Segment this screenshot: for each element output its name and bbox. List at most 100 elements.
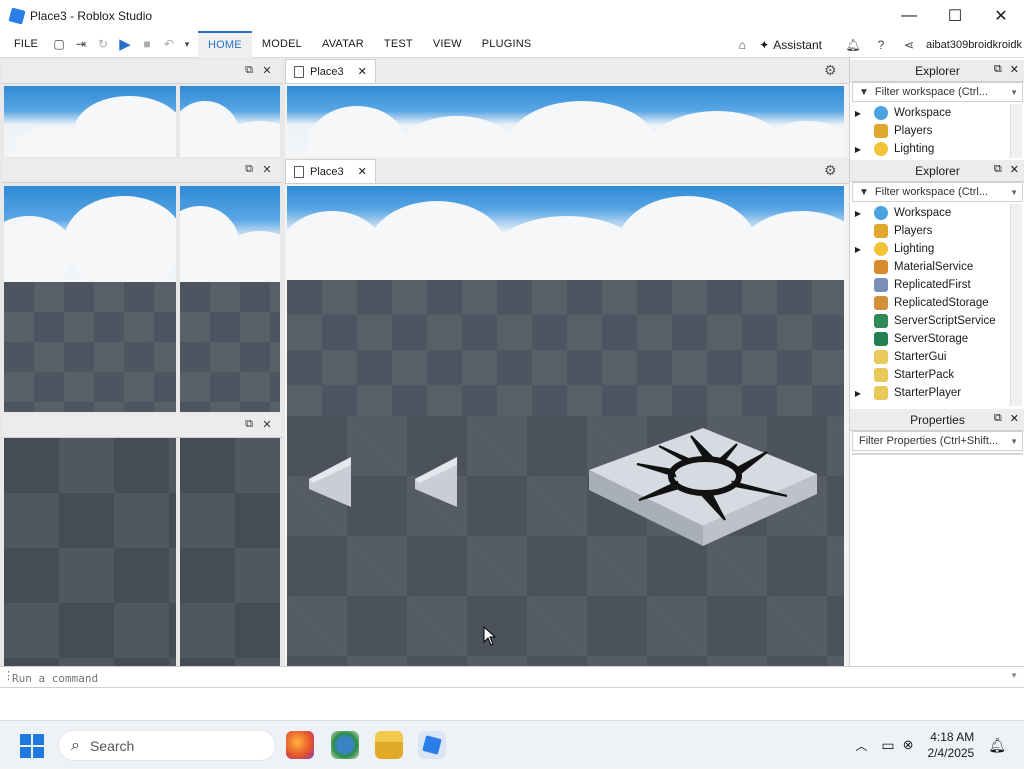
- notification-bell-icon[interactable]: 🔔︎: [988, 737, 1006, 754]
- viewport-top-left-a[interactable]: [4, 86, 176, 157]
- chevron-up-icon[interactable]: ︿: [855, 737, 867, 754]
- expand-arrow-icon[interactable]: ▶: [852, 109, 864, 118]
- new-file-icon[interactable]: ▢: [48, 31, 70, 58]
- tab-view[interactable]: VIEW: [423, 31, 472, 58]
- browser-icon[interactable]: [331, 731, 359, 759]
- tab-avatar[interactable]: AVATAR: [312, 31, 374, 58]
- expand-arrow-icon[interactable]: ▶: [852, 145, 864, 154]
- close-icon[interactable]: ✕: [1010, 163, 1019, 176]
- gear-icon[interactable]: ⚙: [824, 62, 837, 79]
- doc-tabstrip-2: Place3 ✕ ⚙: [285, 158, 849, 184]
- decal-part[interactable]: [587, 424, 819, 548]
- gear-icon[interactable]: ⚙: [824, 162, 837, 179]
- viewport-middle-left-a[interactable]: [4, 186, 176, 412]
- undock-icon[interactable]: ⧉: [994, 63, 1002, 76]
- help-icon[interactable]: ?: [870, 31, 892, 58]
- undo-icon[interactable]: ↶: [158, 31, 180, 58]
- tree-item-label: StarterPack: [894, 369, 955, 381]
- file-explorer-icon[interactable]: [375, 731, 403, 759]
- tree-item-lighting[interactable]: ▶ Lighting: [852, 240, 934, 258]
- maximize-button[interactable]: ☐: [932, 0, 978, 31]
- firefox-icon[interactable]: [286, 731, 314, 759]
- tree-item-replicatedfirst[interactable]: ReplicatedFirst: [852, 276, 971, 294]
- viewport-bottom-left-a[interactable]: [4, 438, 176, 666]
- command-input[interactable]: [12, 669, 1002, 687]
- tab-home[interactable]: HOME: [198, 30, 252, 58]
- windows-start-icon[interactable]: [20, 734, 44, 758]
- explorer-1-scrollbar[interactable]: [1010, 104, 1022, 158]
- tree-item-materialservice[interactable]: MaterialService: [852, 258, 973, 276]
- explorer-2-title: Explorer: [915, 163, 960, 178]
- doc-tab-place3[interactable]: Place3 ✕: [285, 59, 376, 83]
- close-tab-icon[interactable]: ✕: [358, 65, 367, 78]
- undock-icon[interactable]: ⧉: [242, 418, 256, 431]
- minimize-button[interactable]: —: [886, 0, 932, 31]
- viewport-middle-left-b[interactable]: [180, 186, 280, 412]
- replicated-storage-icon: [874, 296, 888, 310]
- explorer-2-scrollbar[interactable]: [1010, 204, 1022, 406]
- close-tab-icon[interactable]: ✕: [358, 165, 367, 178]
- undock-icon[interactable]: ⧉: [994, 163, 1002, 176]
- main-3d-viewport[interactable]: [287, 186, 844, 666]
- undock-icon[interactable]: ⧉: [994, 412, 1002, 425]
- explorer-1-filter[interactable]: ▼ Filter workspace (Ctrl... ▼: [852, 82, 1023, 102]
- collapse-ribbon-icon[interactable]: ⌂: [731, 31, 753, 58]
- tree-item-players[interactable]: Players: [852, 122, 932, 140]
- tree-item-lighting[interactable]: ▶ Lighting: [852, 140, 934, 158]
- close-icon[interactable]: ✕: [1010, 63, 1019, 76]
- notifications-icon[interactable]: 🔔︎: [842, 31, 864, 58]
- undock-icon[interactable]: ⧉: [242, 64, 256, 77]
- share-icon[interactable]: ⋖: [898, 31, 920, 58]
- doc-tab-place3[interactable]: Place3 ✕: [285, 159, 376, 183]
- expand-arrow-icon[interactable]: ▶: [852, 209, 864, 218]
- tree-item-serverstorage[interactable]: ServerStorage: [852, 330, 968, 348]
- tree-item-starterplayer[interactable]: ▶ StarterPlayer: [852, 384, 961, 402]
- close-icon[interactable]: ✕: [260, 163, 274, 176]
- assistant-button[interactable]: ✦ Assistant: [759, 38, 836, 52]
- taskbar-search[interactable]: ⌕ Search: [58, 730, 276, 761]
- viewport-top-main[interactable]: [287, 86, 844, 157]
- file-menu[interactable]: FILE: [4, 31, 48, 58]
- clock[interactable]: 4:18 AM 2/4/2025: [928, 729, 975, 761]
- publish-icon[interactable]: ⇥: [70, 31, 92, 58]
- chevron-down-icon: ▼: [1010, 436, 1018, 446]
- volume-muted-icon[interactable]: ⊗: [903, 737, 914, 753]
- viewport-top-left-b[interactable]: [180, 86, 280, 157]
- viewport-bottom-left-b[interactable]: [180, 438, 280, 666]
- clock-time: 4:18 AM: [930, 730, 975, 744]
- tree-item-workspace[interactable]: ▶ Workspace: [852, 104, 951, 122]
- play-icon[interactable]: ▶: [114, 31, 136, 58]
- tree-item-players[interactable]: Players: [852, 222, 932, 240]
- tree-item-starterpack[interactable]: StarterPack: [852, 366, 954, 384]
- tab-plugins[interactable]: PLUGINS: [472, 31, 542, 58]
- command-bar: ⋮ ▼: [0, 666, 1024, 688]
- redo-icon[interactable]: ↻: [92, 31, 114, 58]
- stop-icon[interactable]: ■: [136, 31, 158, 58]
- network-icon[interactable]: ▭: [881, 737, 894, 754]
- undock-icon[interactable]: ⧉: [242, 163, 256, 176]
- username[interactable]: aibat309broidkroidk: [926, 39, 1024, 51]
- properties-filter[interactable]: Filter Properties (Ctrl+Shift... ▼: [852, 431, 1023, 451]
- tab-model[interactable]: MODEL: [252, 31, 312, 58]
- close-button[interactable]: ✕: [978, 0, 1024, 31]
- wedge-part-1[interactable]: [305, 451, 355, 511]
- tree-item-workspace[interactable]: ▶ Workspace: [852, 204, 951, 222]
- quick-access-dropdown-icon[interactable]: ▾: [180, 31, 194, 58]
- expand-arrow-icon[interactable]: ▶: [852, 389, 864, 398]
- expand-arrow-icon[interactable]: ▶: [852, 245, 864, 254]
- wedge-part-2[interactable]: [411, 451, 461, 511]
- close-icon[interactable]: ✕: [1010, 412, 1019, 425]
- clock-date: 2/4/2025: [927, 746, 975, 760]
- properties-title: Properties: [910, 412, 965, 427]
- tree-item-startergui[interactable]: StarterGui: [852, 348, 946, 366]
- tree-item-serverscriptservice[interactable]: ServerScriptService: [852, 312, 996, 330]
- explorer-2-filter[interactable]: ▼ Filter workspace (Ctrl... ▼: [852, 182, 1023, 202]
- tree-item-replicatedstorage[interactable]: ReplicatedStorage: [852, 294, 989, 312]
- properties-header: Properties ⧉ ✕: [850, 409, 1024, 431]
- tab-test[interactable]: TEST: [374, 31, 423, 58]
- close-icon[interactable]: ✕: [260, 418, 274, 431]
- roblox-studio-taskbar-icon[interactable]: [418, 731, 446, 759]
- close-icon[interactable]: ✕: [260, 64, 274, 77]
- server-script-service-icon: [874, 314, 888, 328]
- chevron-down-icon[interactable]: ▼: [1010, 671, 1018, 680]
